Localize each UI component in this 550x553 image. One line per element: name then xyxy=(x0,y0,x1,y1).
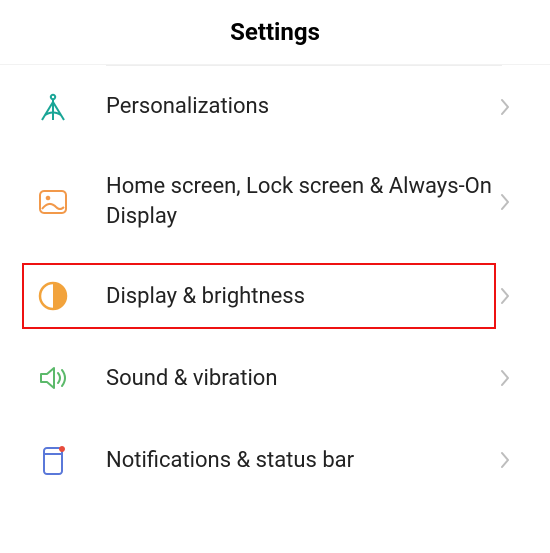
page-title: Settings xyxy=(0,18,550,46)
brightness-icon xyxy=(36,279,70,313)
chevron-right-icon xyxy=(500,369,510,387)
settings-list: Personalizations Home screen, Lock scree… xyxy=(0,65,550,501)
compass-icon xyxy=(36,90,70,124)
settings-item-home-lock-aod[interactable]: Home screen, Lock screen & Always-On Dis… xyxy=(0,148,550,255)
chevron-right-icon xyxy=(500,193,510,211)
settings-item-label: Display & brightness xyxy=(106,282,500,312)
settings-item-sound-vibration[interactable]: Sound & vibration xyxy=(0,337,550,419)
settings-item-label: Sound & vibration xyxy=(106,364,500,394)
settings-item-label: Notifications & status bar xyxy=(106,446,500,476)
chevron-right-icon xyxy=(500,98,510,116)
settings-item-display-brightness[interactable]: Display & brightness xyxy=(0,255,550,337)
settings-item-personalizations[interactable]: Personalizations xyxy=(0,66,550,148)
picture-icon xyxy=(36,185,70,219)
chevron-right-icon xyxy=(500,451,510,469)
speaker-icon xyxy=(36,361,70,395)
settings-item-notifications-status[interactable]: Notifications & status bar xyxy=(0,419,550,501)
settings-item-label: Home screen, Lock screen & Always-On Dis… xyxy=(106,172,500,231)
chevron-right-icon xyxy=(500,287,510,305)
phone-notification-icon xyxy=(36,443,70,477)
header: Settings xyxy=(0,0,550,65)
settings-item-label: Personalizations xyxy=(106,92,500,122)
